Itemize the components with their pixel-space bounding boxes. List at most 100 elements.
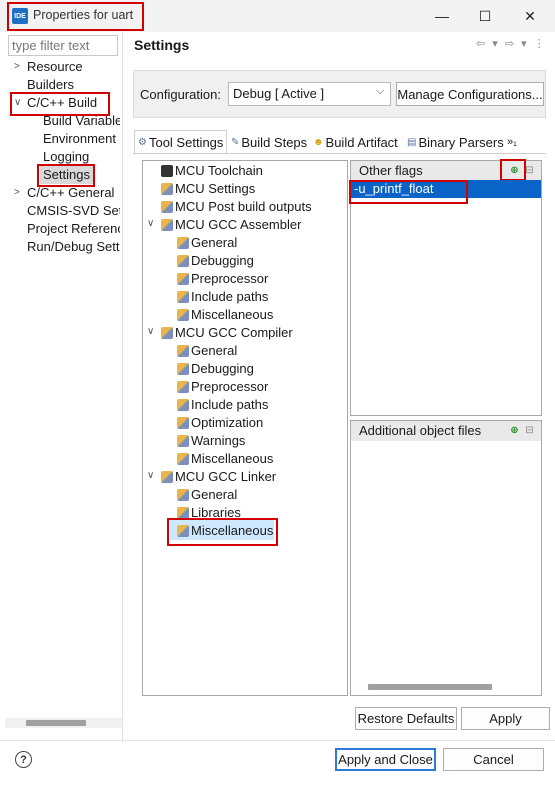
left-scrollbar-thumb[interactable] [26, 720, 86, 726]
sidebar-item-environment[interactable]: Environment [43, 130, 116, 148]
tool-wrench-icon [177, 291, 189, 303]
tool-wrench-icon [177, 255, 189, 267]
manage-configurations-button[interactable]: Manage Configurations... [396, 82, 544, 106]
sidebar-item-settings[interactable]: Settings [40, 166, 93, 184]
sidebar-item-resource[interactable]: Resource [27, 58, 83, 76]
delete-flag-icon[interactable]: ⊟ [523, 164, 536, 177]
filter-input[interactable]: type filter text [8, 35, 118, 56]
sidebar-item-run-debug[interactable]: Run/Debug Sett [27, 238, 120, 256]
nav-arrows-icon[interactable]: ⇦ ▾ ⇨ ▾ ⋮ [476, 37, 547, 50]
sidebar-item-cpp-general[interactable]: C/C++ General [27, 184, 114, 202]
sidebar-item-build-variables[interactable]: Build Variable [43, 112, 120, 130]
tab-build-steps[interactable]: ✎ Build Steps [231, 131, 307, 153]
tool-wrench-icon [177, 525, 189, 537]
tool-wrench-icon [177, 417, 189, 429]
close-button[interactable]: ✕ [512, 4, 548, 28]
tool-wrench-icon [161, 183, 173, 195]
tree-item-compiler-include-paths[interactable]: Include paths [191, 396, 268, 414]
tree-item-mcu-gcc-linker[interactable]: MCU GCC Linker [175, 468, 276, 486]
tool-wrench-icon [177, 345, 189, 357]
tab-overflow[interactable]: »₁ [507, 131, 517, 153]
tool-wrench-icon [177, 237, 189, 249]
tree-item-mcu-gcc-assembler[interactable]: MCU GCC Assembler [175, 216, 301, 234]
tab-label: Tool Settings [148, 134, 224, 150]
tree-item-mcu-gcc-compiler[interactable]: MCU GCC Compiler [175, 324, 293, 342]
tree-item-compiler-preprocessor[interactable]: Preprocessor [191, 378, 268, 396]
sidebar-item-project-references[interactable]: Project Referenc [27, 220, 120, 238]
tab-binary-parsers[interactable]: ▤ Binary Parsers [407, 131, 504, 153]
tool-wrench-icon [177, 363, 189, 375]
tree-item-compiler-optimization[interactable]: Optimization [191, 414, 263, 432]
tool-wrench-icon [161, 327, 173, 339]
maximize-button[interactable]: ☐ [467, 4, 503, 28]
window-title: Properties for uart [33, 8, 134, 22]
tab-label: Binary Parsers [418, 134, 504, 150]
binary-icon: ▤ [407, 136, 417, 148]
sidebar-item-cpp-build[interactable]: C/C++ Build [27, 94, 97, 112]
tool-wrench-icon [177, 399, 189, 411]
toolchain-icon [161, 165, 173, 177]
apply-button[interactable]: Apply [461, 707, 550, 730]
tab-label: Build Artifact [325, 134, 398, 150]
chevron-down-icon[interactable]: ∨ [147, 470, 154, 481]
tree-item-linker-misc[interactable]: Miscellaneous [191, 522, 273, 540]
tree-item-assembler-include-paths[interactable]: Include paths [191, 288, 268, 306]
tool-wrench-icon [161, 471, 173, 483]
app-icon: IDE [12, 8, 28, 24]
chevron-right-icon[interactable]: > [14, 61, 20, 72]
other-flags-title: Other flags [359, 163, 423, 178]
configuration-select[interactable]: Debug [ Active ] [228, 82, 391, 106]
tool-wrench-icon [161, 201, 173, 213]
gear-icon: ⚙ [138, 136, 147, 148]
tab-divider [133, 153, 546, 154]
tool-wrench-icon [177, 309, 189, 321]
tree-item-assembler-debugging[interactable]: Debugging [191, 252, 254, 270]
delete-object-icon[interactable]: ⊟ [523, 424, 536, 437]
pencil-icon: ✎ [231, 136, 240, 148]
tool-wrench-icon [161, 219, 173, 231]
sidebar-item-builders[interactable]: Builders [27, 76, 74, 94]
chevron-down-icon[interactable]: ⌵ [376, 85, 384, 98]
minimize-button[interactable]: — [424, 4, 460, 28]
tree-item-assembler-misc[interactable]: Miscellaneous [191, 306, 273, 324]
tool-wrench-icon [177, 381, 189, 393]
sidebar-item-logging[interactable]: Logging [43, 148, 89, 166]
chevron-right-icon[interactable]: > [14, 187, 20, 198]
artifact-icon: ☻ [313, 136, 324, 148]
tree-item-assembler-general[interactable]: General [191, 234, 237, 252]
tool-wrench-icon [177, 435, 189, 447]
tree-item-compiler-warnings[interactable]: Warnings [191, 432, 245, 450]
object-files-title: Additional object files [359, 423, 482, 438]
tree-item-compiler-debugging[interactable]: Debugging [191, 360, 254, 378]
tree-item-assembler-preprocessor[interactable]: Preprocessor [191, 270, 268, 288]
chevron-down-icon[interactable]: ∨ [147, 326, 154, 337]
tab-build-artifact[interactable]: ☻ Build Artifact [313, 131, 398, 153]
other-flags-panel [350, 160, 542, 416]
page-title: Settings [134, 37, 190, 53]
flag-row[interactable]: -u_printf_float [351, 180, 541, 198]
object-files-panel [350, 420, 542, 696]
tree-item-linker-libraries[interactable]: Libraries [191, 504, 241, 522]
tool-wrench-icon [177, 453, 189, 465]
tree-item-mcu-settings[interactable]: MCU Settings [175, 180, 255, 198]
horizontal-scrollbar-thumb[interactable] [368, 684, 492, 690]
add-flag-icon[interactable]: ⊕ [508, 164, 521, 177]
add-object-icon[interactable]: ⊕ [508, 424, 521, 437]
sidebar-item-cmsis-svd[interactable]: CMSIS-SVD Sett [27, 202, 120, 220]
help-icon[interactable]: ? [15, 751, 32, 768]
cancel-button[interactable]: Cancel [443, 748, 544, 771]
tree-item-mcu-post-build[interactable]: MCU Post build outputs [175, 198, 312, 216]
tree-item-compiler-misc[interactable]: Miscellaneous [191, 450, 273, 468]
tree-item-linker-general[interactable]: General [191, 486, 237, 504]
apply-and-close-button[interactable]: Apply and Close [335, 748, 436, 771]
tool-wrench-icon [177, 489, 189, 501]
chevron-down-icon[interactable]: ∨ [14, 97, 21, 108]
tool-wrench-icon [177, 273, 189, 285]
tree-item-compiler-general[interactable]: General [191, 342, 237, 360]
chevron-down-icon[interactable]: ∨ [147, 218, 154, 229]
tool-wrench-icon [177, 507, 189, 519]
configuration-label: Configuration: [140, 87, 221, 102]
tree-item-mcu-toolchain[interactable]: MCU Toolchain [175, 162, 263, 180]
tab-tool-settings[interactable]: ⚙ Tool Settings [138, 131, 223, 153]
restore-defaults-button[interactable]: Restore Defaults [355, 707, 457, 730]
